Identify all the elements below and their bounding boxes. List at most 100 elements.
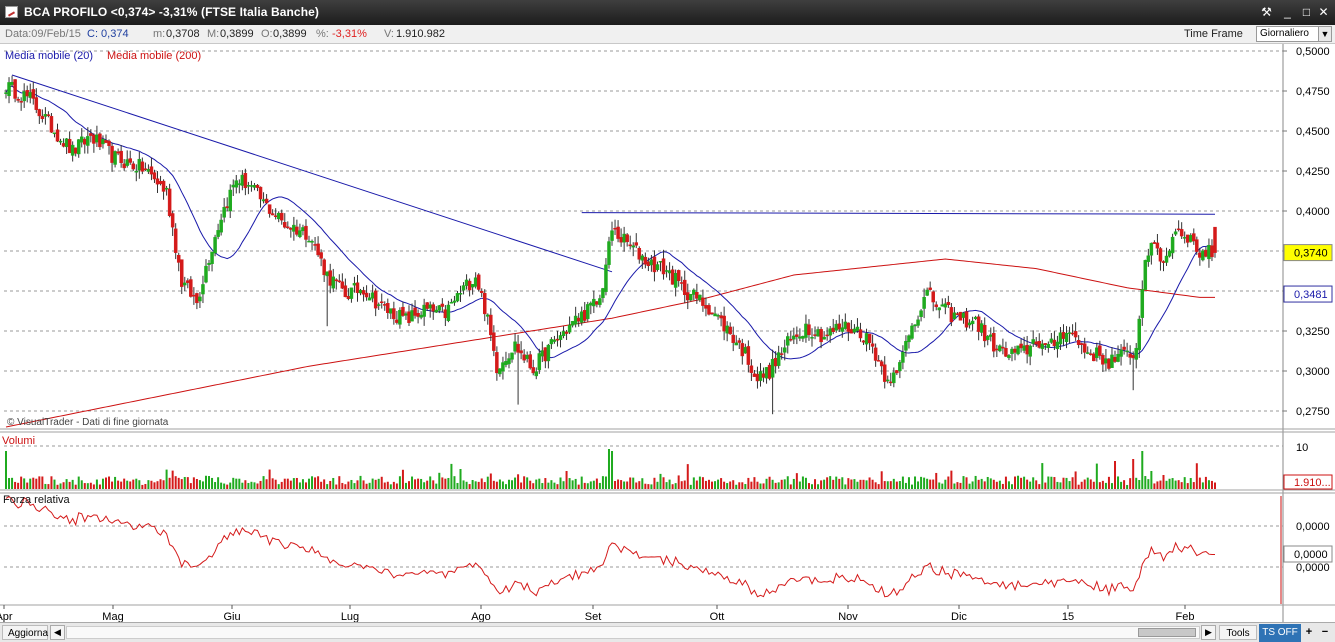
rs-layer [5, 495, 1216, 598]
candle [973, 316, 978, 319]
volume-bar [738, 482, 741, 489]
tools-icon[interactable]: ⚒ [1259, 4, 1274, 20]
chart-app-icon [5, 6, 18, 18]
candle [46, 114, 51, 116]
chevron-down-icon[interactable]: ▼ [1318, 27, 1331, 41]
volume-bar [520, 482, 523, 489]
volume-bar [244, 480, 247, 489]
candle [337, 280, 342, 283]
volume-bar [11, 477, 14, 489]
candle [967, 322, 972, 326]
close-button[interactable]: ✕ [1316, 4, 1331, 20]
maximize-button[interactable]: □ [1299, 4, 1314, 20]
volume-bar [844, 484, 847, 489]
candle [943, 303, 948, 308]
candle [222, 206, 226, 218]
candle [1192, 233, 1196, 242]
legend-ma20[interactable]: Media mobile (20) [5, 50, 93, 62]
candle [1119, 349, 1123, 357]
candle [840, 327, 845, 332]
volume-layer [5, 449, 1216, 489]
candle [192, 294, 196, 297]
price-axis-label: 0,4250 [1296, 166, 1330, 178]
candle [313, 244, 317, 246]
timeframe-select[interactable]: Giornaliero ▼ [1256, 26, 1332, 42]
volume-bar [868, 477, 871, 489]
candle [661, 258, 666, 275]
candle [516, 343, 520, 353]
candle [531, 367, 535, 374]
volume-bar [192, 477, 195, 489]
candle [761, 373, 766, 378]
legend-ma200[interactable]: Media mobile (200) [107, 50, 201, 62]
scroll-left-button[interactable]: ◀ [50, 625, 65, 640]
candle [695, 292, 699, 299]
scrollbar-thumb[interactable] [1138, 628, 1196, 637]
horizontal-scrollbar[interactable] [66, 626, 1200, 639]
volume-bar [435, 483, 438, 489]
ts-off-button[interactable]: TS OFF [1259, 624, 1301, 642]
volume-bar [498, 479, 501, 489]
candle [1128, 353, 1132, 358]
candle [1043, 343, 1048, 345]
volume-bar [8, 478, 11, 489]
volume-bar [1180, 482, 1183, 489]
stock-chart[interactable]: 0,50000,47500,45000,42500,40000,37500,35… [0, 44, 1335, 622]
volume-bar [35, 478, 38, 489]
candle [283, 222, 287, 228]
candle [501, 362, 505, 372]
volume-bar [1110, 483, 1113, 489]
refresh-button[interactable]: Aggiorna [2, 625, 48, 640]
volume-bar [138, 480, 141, 489]
volume-bar [859, 479, 862, 489]
scroll-right-button[interactable]: ▶ [1201, 625, 1216, 640]
zoom-out-button[interactable]: − [1318, 625, 1332, 640]
candle [40, 115, 45, 119]
volume-bar [717, 479, 720, 489]
volume-bar [386, 481, 389, 489]
volume-bar [753, 477, 756, 489]
volume-bar [153, 482, 156, 489]
volume-bar [247, 482, 250, 489]
volume-bar [241, 482, 244, 489]
volume-bar [235, 478, 238, 489]
volume-bar [474, 481, 477, 489]
volume-bar [65, 479, 68, 489]
volume-bar [420, 478, 423, 489]
volume-bar [1183, 477, 1186, 489]
zoom-in-button[interactable]: + [1302, 625, 1316, 640]
candle [989, 334, 993, 337]
candle [810, 337, 814, 339]
tools-button[interactable]: Tools [1219, 625, 1257, 640]
candle [619, 237, 623, 243]
x-axis-label: Dic [951, 611, 967, 622]
volume-bar [750, 481, 753, 489]
volume-bar [89, 482, 92, 489]
volume-bar [532, 483, 535, 489]
volume-bar [44, 483, 47, 489]
candle [228, 189, 232, 212]
volume-bar [441, 477, 444, 489]
volume-bar [607, 449, 610, 489]
volume-bar [580, 476, 583, 489]
candle [270, 213, 275, 216]
candle [846, 322, 851, 332]
candle [689, 293, 693, 301]
volume-bar [1029, 481, 1032, 489]
candle [919, 310, 923, 317]
info-pct-label: %: [316, 28, 329, 40]
candle [1152, 242, 1157, 244]
volume-bar [1074, 471, 1077, 489]
volume-bar [329, 480, 332, 489]
volume-bar [456, 482, 459, 489]
candle [904, 340, 908, 351]
candle [189, 279, 193, 297]
volume-bar [180, 479, 183, 489]
candle [855, 326, 860, 331]
candle [540, 350, 545, 357]
volume-bar [729, 481, 732, 489]
volume-bar [374, 479, 377, 489]
candle [267, 204, 272, 214]
candle [1025, 344, 1029, 355]
minimize-button[interactable]: _ [1280, 4, 1295, 20]
